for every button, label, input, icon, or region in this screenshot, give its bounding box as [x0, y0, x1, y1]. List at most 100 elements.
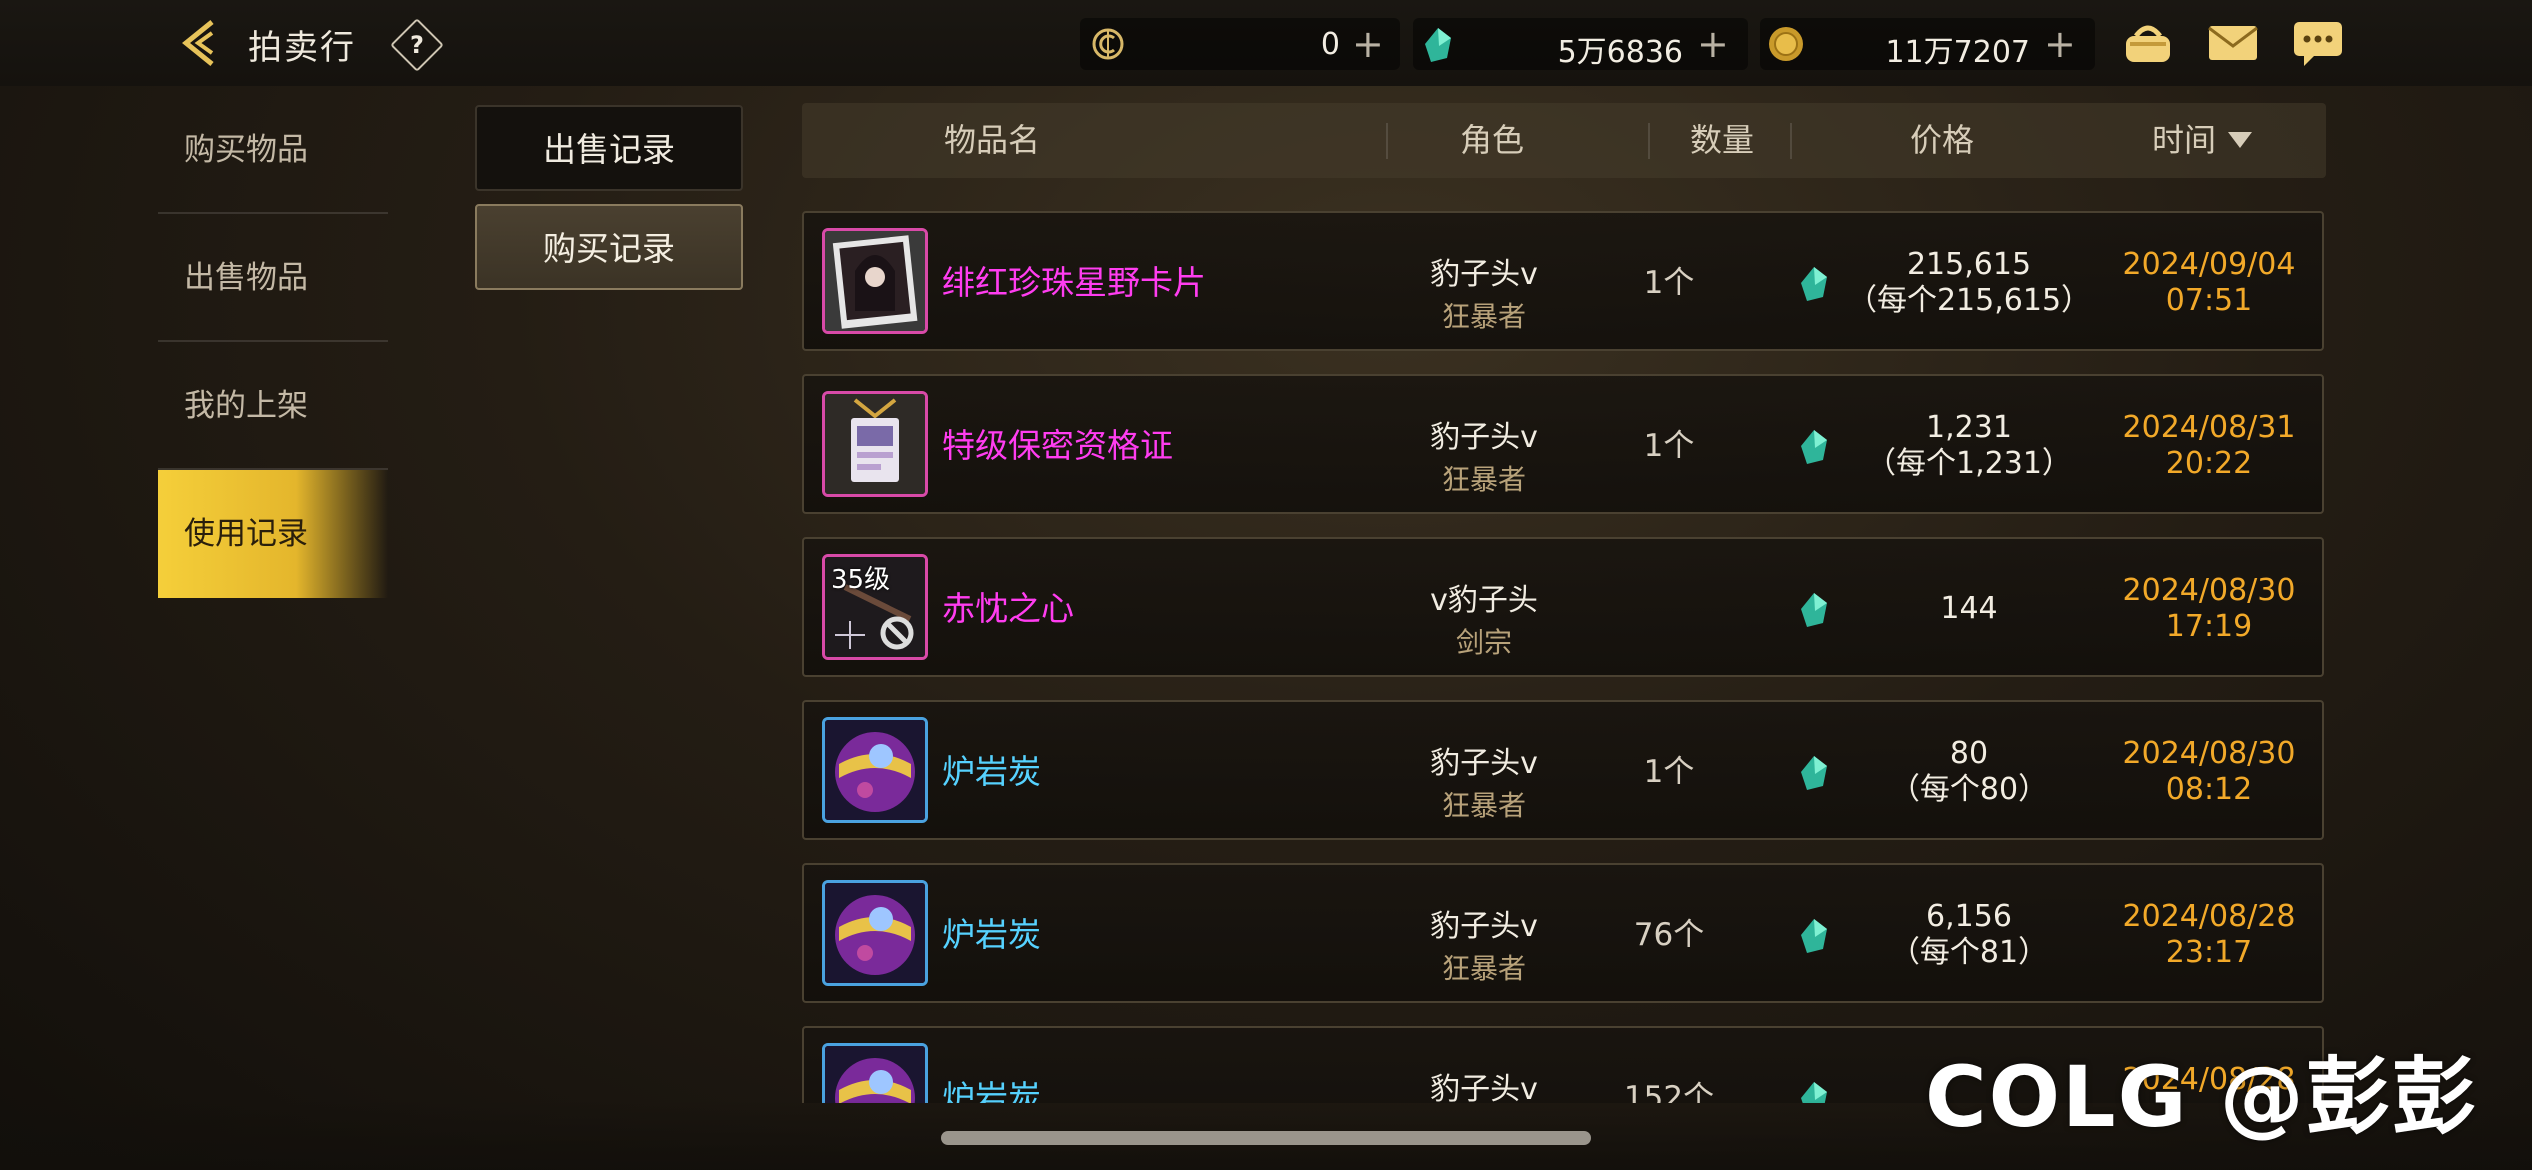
id-badge-icon [822, 391, 928, 497]
table-row[interactable]: 绯红珍珠星野卡片 豹子头v 狂暴者 1个 215,615 （每个215,615）… [802, 211, 2324, 351]
orb-item-icon [822, 717, 928, 823]
quantity: 1个 [1643, 265, 1695, 301]
teal-gem-icon [1425, 28, 1451, 62]
card-item-icon [822, 228, 928, 334]
quantity: 1个 [1643, 754, 1695, 790]
time-cell: 2024/09/04 07:51 [2094, 247, 2324, 319]
teal-gem-icon [1801, 430, 1827, 464]
page-title: 拍卖行 [248, 28, 356, 68]
role-name: v豹子头 [1430, 583, 1538, 618]
chat-icon[interactable] [2290, 18, 2346, 68]
clock-time: 20:22 [2165, 446, 2253, 481]
role-class: 狂暴者 [1441, 789, 1526, 822]
role-cell: 豹子头v 狂暴者 [1374, 901, 1594, 987]
column-header-price: 价格 [1909, 121, 1974, 159]
role-cell: 豹子头v 狂暴者 [1374, 738, 1594, 824]
add-c-coin-button[interactable]: + [1352, 22, 1384, 66]
price-cell: 1,231 （每个1,231） [1834, 410, 2104, 482]
add-teal-gem-button[interactable]: + [1697, 22, 1729, 66]
column-header-quantity: 数量 [1689, 121, 1754, 159]
tab-sell-records[interactable]: 出售记录 [475, 105, 743, 191]
sidebar-item-usage-records[interactable]: 使用记录 [158, 470, 388, 598]
clock-time: 07:51 [2165, 283, 2253, 318]
date: 2024/08/31 [2122, 410, 2296, 445]
clock-time: 17:19 [2165, 609, 2253, 644]
sort-desc-icon [2228, 132, 2252, 148]
orb-item-icon [822, 1043, 928, 1103]
teal-gem-icon [1801, 267, 1827, 301]
role-name: 豹子头v [1430, 420, 1538, 455]
date: 2024/08/30 [2122, 573, 2296, 608]
role-name: 豹子头v [1430, 1072, 1538, 1103]
time-cell: 2024/08/30 17:19 [2094, 573, 2324, 645]
table-row[interactable]: 炉岩炭 豹子头v 狂暴者 76个 6,156 （每个81） 2024/08/28… [802, 863, 2324, 1003]
role-name: 豹子头v [1430, 746, 1538, 781]
quantity: 1个 [1643, 428, 1695, 464]
role-cell: 豹子头v [1374, 1064, 1594, 1103]
add-gold-coin-button[interactable]: + [2044, 22, 2076, 66]
sidebar-item-sell[interactable]: 出售物品 [158, 214, 388, 342]
unit-price: （每个1,231） [1866, 446, 2072, 481]
teal-gem-icon [1801, 756, 1827, 790]
price-cell: 6,156 （每个81） [1834, 899, 2104, 971]
total-price: 1,231 [1926, 410, 2012, 445]
sidebar-item-buy[interactable]: 购买物品 [158, 86, 388, 214]
table-row[interactable]: 35级 赤忱之心 v豹子头 剑宗 144 2024/08/30 17:19 [802, 537, 2324, 677]
item-name: 赤忱之心 [942, 589, 1074, 628]
clock-time: 23:17 [2165, 935, 2253, 970]
role-class: 狂暴者 [1441, 300, 1526, 333]
records-table: 物品名 角色 数量 价格 时间 绯红珍珠星野卡片 豹子头v 狂暴者 1个 215… [800, 103, 2328, 1103]
unit-price: （每个80） [1889, 772, 2049, 807]
header-divider [1648, 123, 1650, 159]
item-name: 炉岩炭 [942, 915, 1041, 954]
table-row[interactable]: 炉岩炭 豹子头v 狂暴者 1个 80 （每个80） 2024/08/30 08:… [802, 700, 2324, 840]
column-header-time[interactable]: 时间 [2102, 103, 2302, 178]
currency-c-coin-value: 0 [1320, 27, 1340, 62]
table-row[interactable]: 特级保密资格证 豹子头v 狂暴者 1个 1,231 （每个1,231） 2024… [802, 374, 2324, 514]
quantity: 76个 [1633, 917, 1705, 953]
item-level: 35级 [831, 565, 891, 595]
price-cell: 144 [1834, 591, 2104, 627]
price-cell: 80 （每个80） [1834, 736, 2104, 808]
quantity [1594, 539, 1744, 679]
c-coin-icon [1092, 28, 1124, 60]
currency-teal-gem: 5万6836 + [1413, 18, 1748, 70]
unit-price: （每个215,615） [1846, 283, 2092, 318]
unit-price: （每个81） [1889, 935, 2049, 970]
price-cell: 215,615 （每个215,615） [1834, 247, 2104, 319]
time-cell: 2024/08/30 08:12 [2094, 736, 2324, 808]
clock-time: 08:12 [2165, 772, 2253, 807]
mailbox-bag-icon[interactable] [2120, 18, 2176, 68]
total-price: 6,156 [1926, 899, 2012, 934]
help-button[interactable]: ? [390, 18, 444, 72]
time-cell: 2024/08/28 23:17 [2094, 899, 2324, 971]
currency-teal-gem-value: 5万6836 [1557, 35, 1683, 70]
mail-icon[interactable] [2205, 18, 2261, 68]
header-divider [1386, 123, 1388, 159]
currency-gold-coin: 11万7207 + [1760, 18, 2095, 70]
item-name: 特级保密资格证 [942, 426, 1173, 465]
top-bar: 拍卖行 ? 0 + 5万6836 + 11万7207 + [0, 0, 2532, 86]
gold-coin-icon [1769, 27, 1803, 61]
home-indicator[interactable] [941, 1131, 1591, 1145]
watermark: COLG @彭彭 [1925, 1048, 2478, 1146]
teal-gem-icon [1801, 593, 1827, 627]
back-arrow-icon[interactable] [172, 14, 230, 72]
time-header-label: 时间 [2151, 121, 2216, 159]
role-cell: 豹子头v 狂暴者 [1374, 412, 1594, 498]
total-price: 215,615 [1906, 247, 2032, 282]
column-header-role: 角色 [1459, 121, 1524, 159]
role-class: 狂暴者 [1441, 952, 1526, 985]
heart-item-icon: 35级 [822, 554, 928, 660]
header-divider [1790, 123, 1792, 159]
quantity: 152个 [1623, 1080, 1715, 1103]
tab-buy-records[interactable]: 购买记录 [475, 204, 743, 290]
role-name: 豹子头v [1430, 909, 1538, 944]
total-price: 144 [1940, 591, 1998, 626]
table-header: 物品名 角色 数量 价格 时间 [802, 103, 2326, 178]
orb-item-icon [822, 880, 928, 986]
role-name: 豹子头v [1430, 257, 1538, 292]
time-cell: 2024/08/31 20:22 [2094, 410, 2324, 482]
currency-gold-coin-value: 11万7207 [1885, 35, 2030, 70]
sidebar-item-my-listings[interactable]: 我的上架 [158, 342, 388, 470]
